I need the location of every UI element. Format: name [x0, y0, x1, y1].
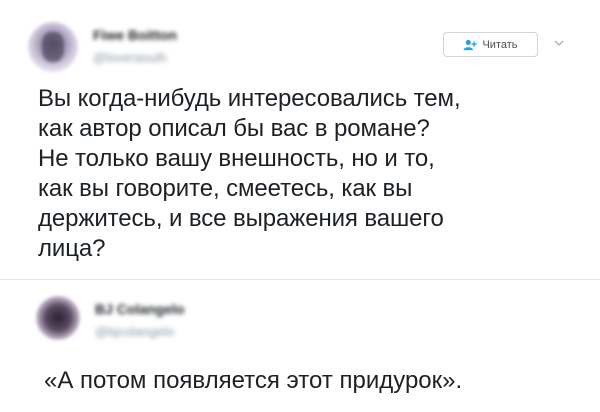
tweet-text: Вы когда-нибудь интересовались тем, как … [38, 85, 461, 262]
author-name[interactable]: Fiwe Boitton [93, 27, 177, 43]
reply-author-avatar[interactable] [36, 296, 80, 340]
reply-author-handle[interactable]: @bjcolangelo [95, 324, 174, 339]
reply-author-name[interactable]: BJ Colangelo [95, 301, 184, 317]
author-handle[interactable]: @loveraouth [93, 50, 167, 65]
reply-text: «А потом появляется этот придурок». [44, 367, 463, 394]
add-user-icon [464, 39, 478, 50]
screenshot-frame: Fiwe Boitton @loveraouth Читать Вы когда… [0, 0, 600, 412]
follow-button[interactable]: Читать [443, 32, 538, 57]
chevron-down-icon[interactable] [552, 36, 566, 50]
tweet-divider [0, 279, 600, 280]
avatar-figure [42, 32, 64, 62]
author-avatar[interactable] [28, 22, 78, 72]
follow-label: Читать [482, 38, 518, 51]
